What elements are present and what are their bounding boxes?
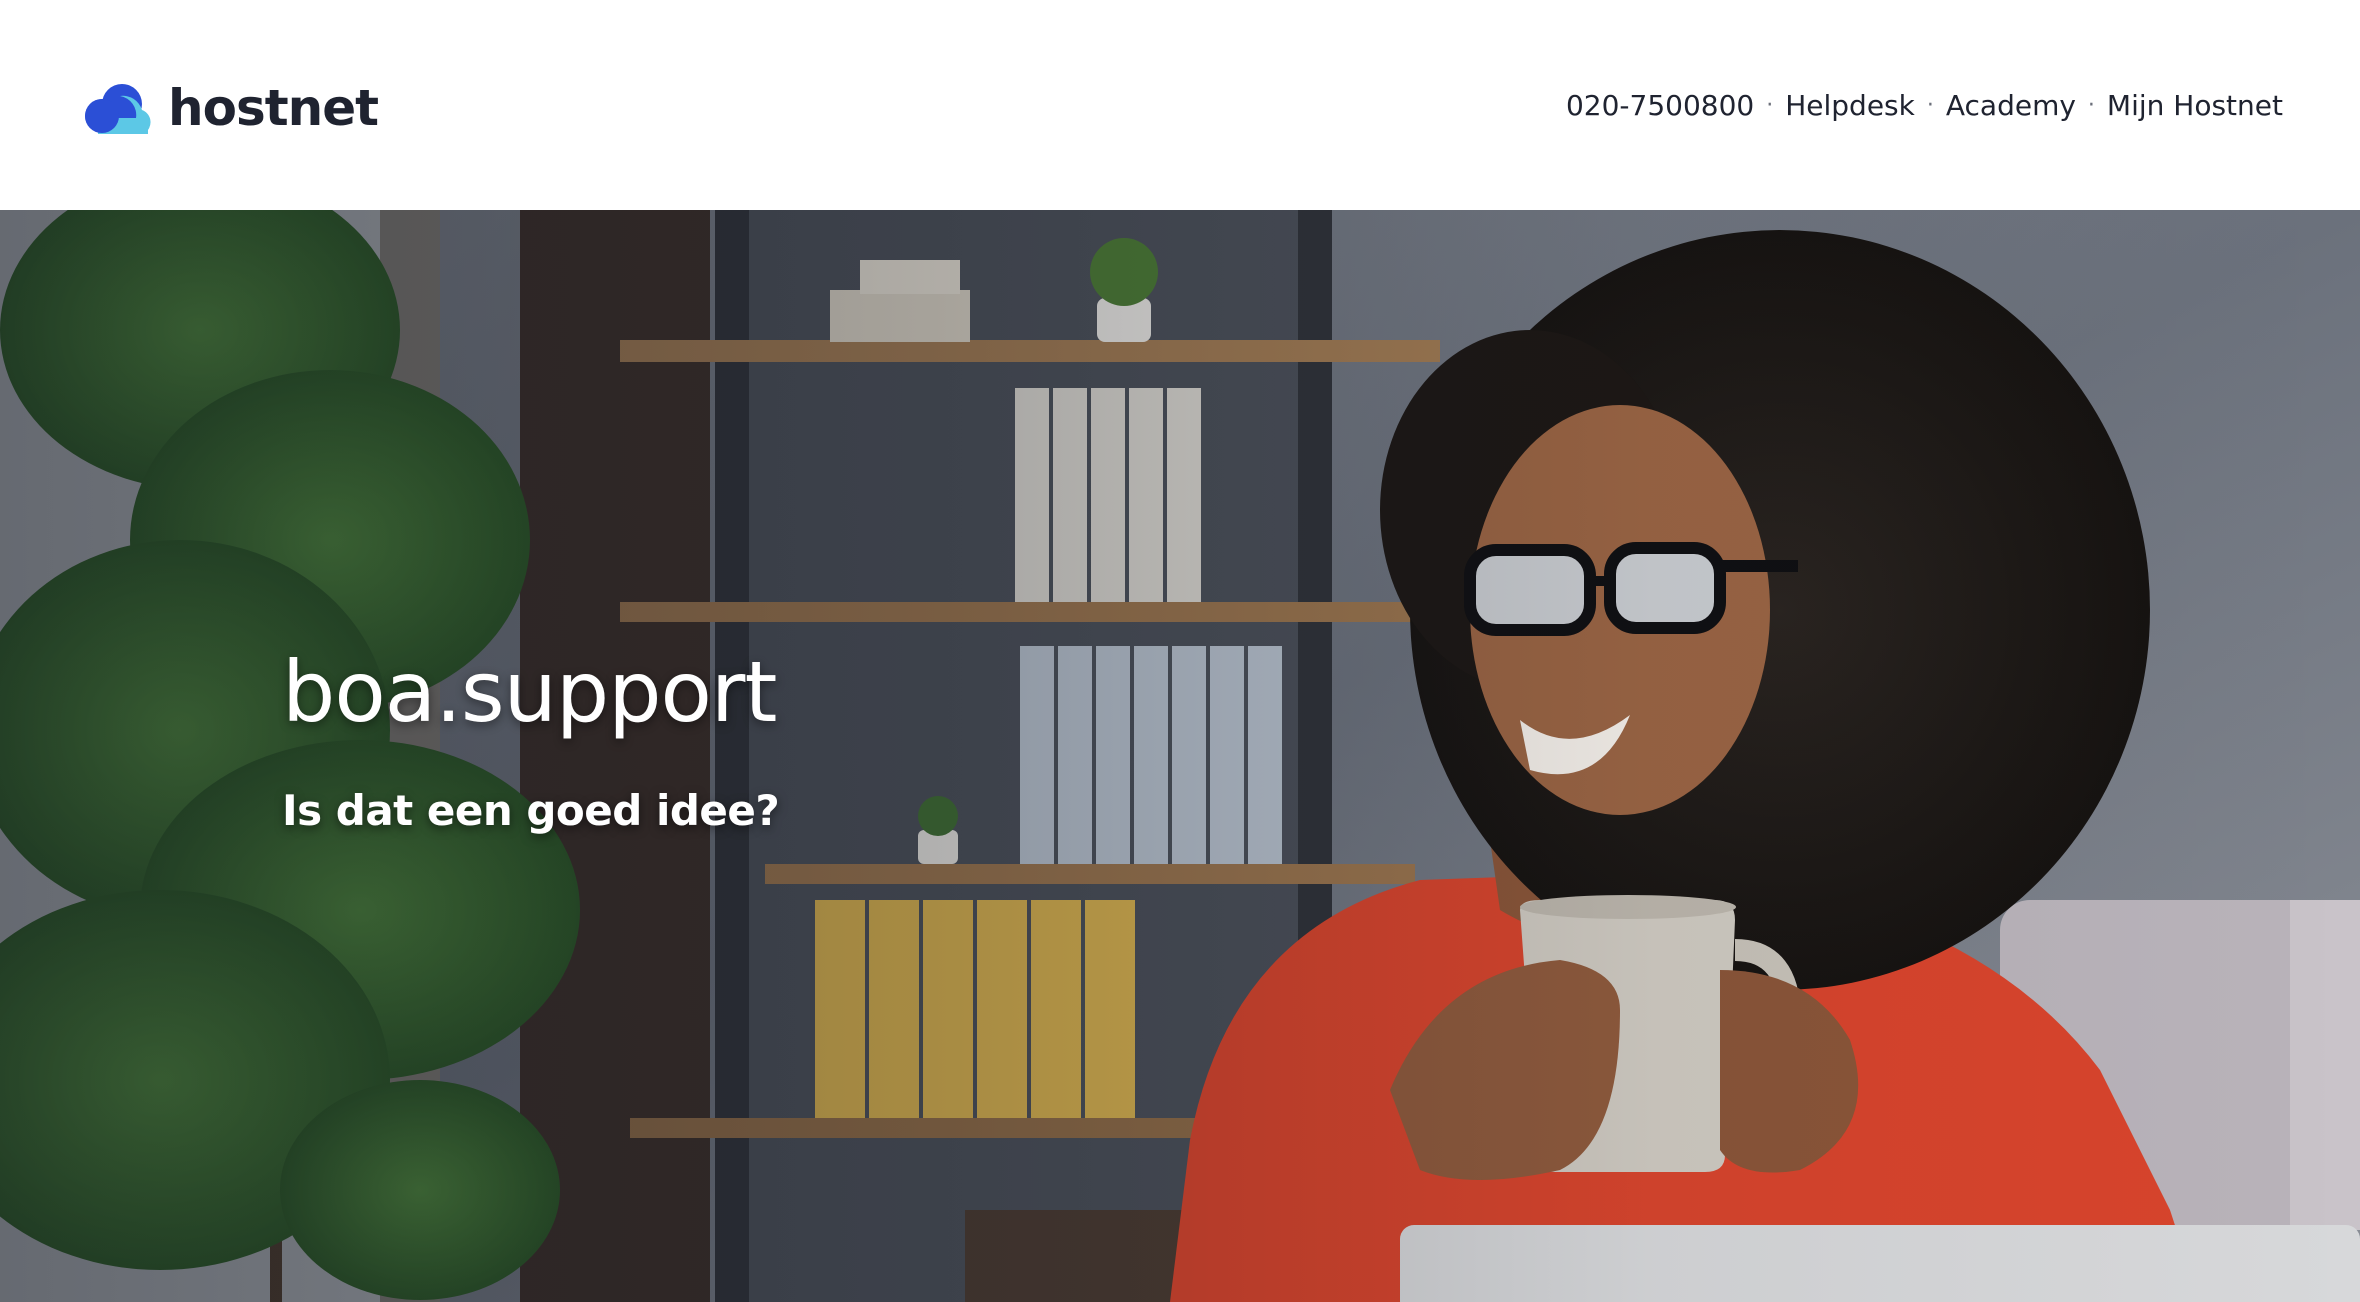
nav-link-helpdesk[interactable]: Helpdesk: [1785, 89, 1915, 122]
nav-separator: ·: [1926, 92, 1934, 118]
nav-link-academy[interactable]: Academy: [1946, 89, 2076, 122]
nav-separator: ·: [2087, 92, 2095, 118]
nav-link-mijn-hostnet[interactable]: Mijn Hostnet: [2107, 89, 2283, 122]
hero-title: boa.support: [282, 643, 777, 741]
hero-subtitle: Is dat een goed idee?: [282, 786, 780, 835]
site-header: hostnet 020-7500800 · Helpdesk · Academy…: [0, 0, 2360, 210]
nav-separator: ·: [1766, 92, 1774, 118]
phone-link[interactable]: 020-7500800: [1566, 89, 1754, 122]
hero-text: boa.support Is dat een goed idee?: [282, 643, 780, 835]
hostnet-logo[interactable]: hostnet: [80, 78, 379, 138]
top-navigation: 020-7500800 · Helpdesk · Academy · Mijn …: [1566, 84, 2283, 126]
brand-name: hostnet: [168, 79, 379, 137]
hero-banner: boa.support Is dat een goed idee?: [0, 210, 2360, 1302]
cloud-logo-icon: [85, 84, 151, 134]
